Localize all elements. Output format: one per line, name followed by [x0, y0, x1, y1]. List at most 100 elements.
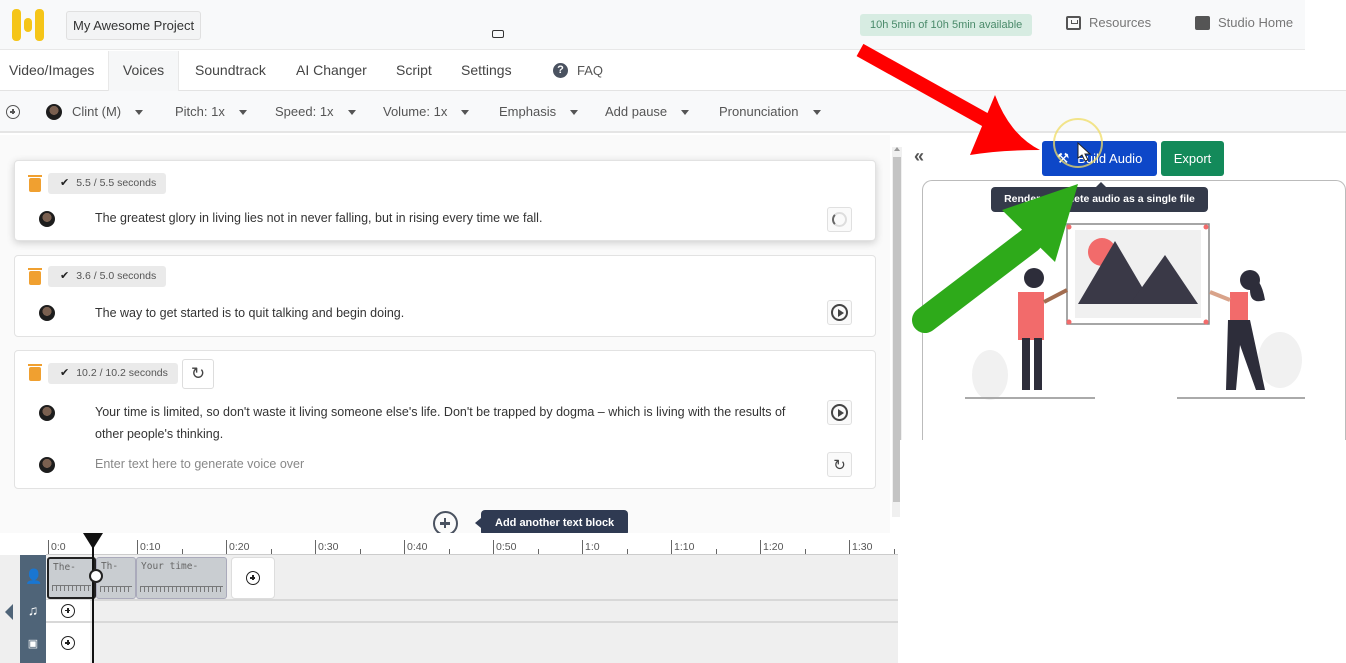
emphasis-label: Emphasis	[499, 104, 557, 119]
voice-clip[interactable]: Your time-	[136, 557, 227, 599]
voice-avatar[interactable]	[39, 405, 55, 421]
new-line-input[interactable]: Enter text here to generate voice over	[95, 453, 795, 475]
waveform	[99, 586, 132, 592]
tab-settings[interactable]: Settings	[452, 51, 521, 91]
build-audio-tooltip: Render complete audio as a single file	[991, 182, 1208, 212]
image-icon: ▣	[27, 638, 39, 650]
project-name-field[interactable]: My Awesome Project	[66, 11, 202, 40]
tab-video-images[interactable]: Video/Images	[0, 51, 103, 91]
refresh-icon: ↻	[190, 364, 206, 383]
volume-label: Volume: 1x	[383, 104, 448, 119]
tab-ai-changer[interactable]: AI Changer	[287, 51, 376, 91]
main-tabs: Video/Images Voices Soundtrack AI Change…	[0, 51, 1346, 91]
play-icon	[831, 304, 848, 321]
voice-avatar[interactable]	[39, 305, 55, 321]
voice-dropdown[interactable]: Clint (M)	[46, 91, 144, 133]
timeline-ruler[interactable]: 0:0 0:10 0:20 0:30 0:40 0:50 1:0 1:10 1:20 1:30	[46, 533, 898, 555]
caret-down-icon	[812, 109, 821, 115]
add-soundtrack-button[interactable]	[46, 600, 90, 621]
studio-home-link[interactable]: Studio Home	[1195, 15, 1293, 30]
scroll-up-icon[interactable]	[894, 147, 900, 151]
faq-link[interactable]: ? FAQ	[553, 63, 603, 78]
person-icon: 👤	[25, 568, 43, 584]
minimize-icon[interactable]	[492, 30, 504, 38]
regenerate-button[interactable]: ↻	[182, 359, 214, 389]
voice-toolbar: Clint (M) Pitch: 1x Speed: 1x Volume: 1x…	[0, 91, 1346, 133]
man-arm	[1043, 288, 1068, 304]
track-sidebar: 👤 ♫ ▣	[20, 555, 46, 663]
tick-label: 0:10	[137, 540, 160, 554]
voice-script-editor: ✔ 5.5 / 5.5 seconds The greatest glory in…	[0, 135, 890, 536]
minor-tick	[270, 549, 272, 554]
duration-badge: ✔ 5.5 / 5.5 seconds	[48, 173, 167, 194]
collapse-timeline-icon[interactable]	[5, 604, 13, 620]
playhead-knob[interactable]	[88, 569, 103, 583]
playhead-line[interactable]	[91, 543, 94, 663]
add-voice-button[interactable]	[6, 91, 20, 133]
caret-down-icon	[238, 109, 247, 115]
tick-label: 0:0	[48, 540, 66, 554]
play-icon	[831, 404, 848, 421]
trash-icon[interactable]	[28, 175, 42, 192]
tick-label: 1:0	[582, 540, 600, 554]
block-text[interactable]: The way to get started is to quit talkin…	[95, 302, 795, 324]
illustration	[965, 223, 1305, 400]
regenerate-line-button[interactable]: ↻	[827, 452, 852, 477]
refresh-icon: ↻	[833, 456, 846, 474]
pitch-dropdown[interactable]: Pitch: 1x	[175, 91, 247, 133]
text-block[interactable]: ✔ 10.2 / 10.2 seconds ↻ Your time is limi…	[14, 350, 876, 489]
trash-icon[interactable]	[28, 268, 42, 285]
voice-avatar[interactable]	[39, 211, 55, 227]
plus-circle-icon	[6, 105, 20, 119]
trash-icon[interactable]	[28, 364, 42, 381]
play-button[interactable]	[827, 300, 852, 325]
pitch-label: Pitch: 1x	[175, 104, 225, 119]
block-text[interactable]: Your time is limited, so don't waste it …	[95, 401, 795, 445]
tab-script[interactable]: Script	[387, 51, 441, 91]
minor-tick	[181, 549, 183, 554]
add-image-button[interactable]	[46, 623, 90, 663]
resources-link[interactable]: Resources	[1066, 15, 1151, 30]
tick-label: 0:50	[493, 540, 516, 554]
app-logo[interactable]	[12, 9, 46, 41]
add-pause-label: Add pause	[605, 104, 668, 119]
clip-label: The-	[53, 562, 76, 573]
block-text[interactable]: The greatest glory in living lies not in…	[95, 207, 795, 229]
duration-text: 10.2 / 10.2 seconds	[76, 367, 168, 379]
plant-left	[972, 350, 1008, 400]
woman-shirt	[1230, 292, 1248, 320]
minor-tick	[537, 549, 539, 554]
duration-badge: ✔ 10.2 / 10.2 seconds	[48, 363, 178, 384]
speed-dropdown[interactable]: Speed: 1x	[275, 91, 356, 133]
text-block[interactable]: ✔ 5.5 / 5.5 seconds The greatest glory in…	[14, 160, 876, 241]
volume-dropdown[interactable]: Volume: 1x	[383, 91, 470, 133]
playhead-handle[interactable]	[82, 533, 103, 549]
timeline: 0:0 0:10 0:20 0:30 0:40 0:50 1:0 1:10 1:20 1:30 👤…	[0, 533, 898, 663]
text-block[interactable]: ✔ 3.6 / 5.0 seconds The way to get starte…	[14, 255, 876, 337]
check-icon: ✔	[60, 177, 70, 189]
tick-label: 0:20	[226, 540, 249, 554]
pronunciation-dropdown[interactable]: Pronunciation	[719, 91, 821, 133]
add-voice-clip-button[interactable]	[231, 557, 275, 599]
voice-avatar[interactable]	[39, 457, 55, 473]
man-head	[1024, 268, 1044, 288]
collapse-panel-icon[interactable]: «	[914, 146, 924, 167]
duration-badge: ✔ 3.6 / 5.0 seconds	[48, 266, 167, 287]
add-pause-dropdown[interactable]: Add pause	[605, 91, 690, 133]
box-icon	[1066, 15, 1081, 30]
tab-soundtrack[interactable]: Soundtrack	[186, 51, 275, 91]
export-button[interactable]: Export	[1161, 141, 1224, 176]
tick-label: 1:20	[760, 540, 783, 554]
app-header: My Awesome Project 10h 5min of 10h 5min …	[0, 0, 1305, 50]
tab-voices[interactable]: Voices	[108, 51, 179, 91]
tick-label: 0:40	[404, 540, 427, 554]
play-button[interactable]	[827, 400, 852, 425]
track-divider	[46, 599, 898, 601]
caret-down-icon	[570, 109, 579, 115]
minor-tick	[893, 549, 895, 554]
man-shirt	[1018, 292, 1044, 340]
plus-circle-icon	[61, 603, 75, 618]
check-icon: ✔	[60, 367, 70, 379]
emphasis-dropdown[interactable]: Emphasis	[499, 91, 579, 133]
quota-badge: 10h 5min of 10h 5min available	[860, 14, 1033, 36]
